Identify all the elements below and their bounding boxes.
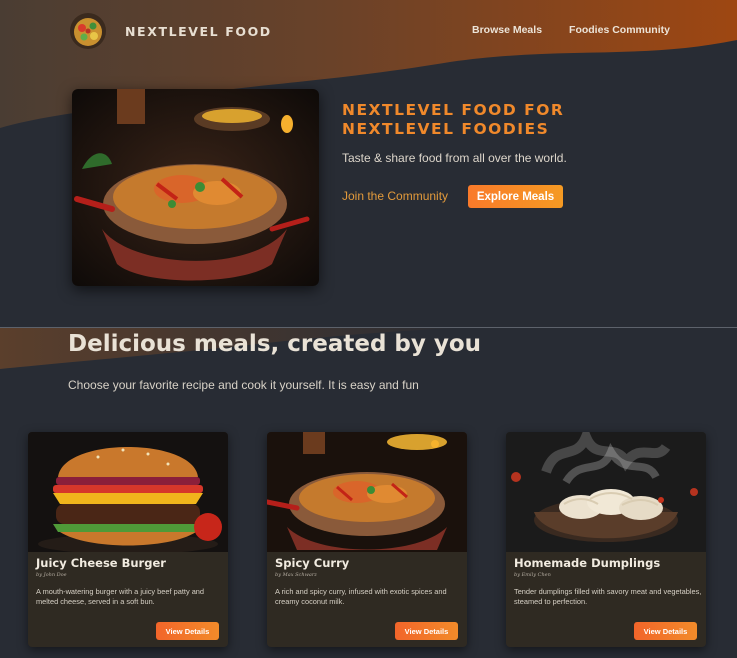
logo-text: NEXTLEVEL FOOD [125, 23, 272, 39]
join-community-link[interactable]: Join the Community [342, 189, 448, 203]
hero-subtitle: Taste & share food from all over the wor… [342, 151, 567, 165]
meal-card-curry: Spicy Curry by Max Schwarz A rich and sp… [267, 432, 467, 647]
meal-card-dumplings: Homemade Dumplings by Emily Chen Tender … [506, 432, 706, 647]
meal-description: A rich and spicy curry, infused with exo… [275, 587, 447, 606]
meal-description: A mouth-watering burger with a juicy bee… [36, 587, 205, 606]
logo-link[interactable]: NEXTLEVEL FOOD [69, 12, 272, 50]
view-details-button[interactable]: View Details [395, 622, 458, 640]
meal-image-curry [267, 432, 467, 552]
section-title: Delicious meals, created by you [68, 331, 482, 357]
section-divider [0, 327, 737, 328]
view-details-button[interactable]: View Details [634, 622, 697, 640]
nav-link-browse-meals[interactable]: Browse Meals [472, 24, 542, 36]
view-details-button[interactable]: View Details [156, 622, 219, 640]
hero-curry-image [72, 89, 319, 286]
main-nav: Browse Meals Foodies Community [472, 24, 670, 36]
meal-author: by Max Schwarz [275, 572, 317, 578]
meal-title: Homemade Dumplings [514, 556, 661, 570]
meal-image-dumplings [506, 432, 706, 552]
meal-author: by John Doe [36, 572, 67, 578]
section-subtitle: Choose your favorite recipe and cook it … [68, 378, 419, 392]
explore-meals-button[interactable]: Explore Meals [468, 185, 563, 208]
logo-icon [69, 12, 107, 50]
meal-title: Spicy Curry [275, 556, 350, 570]
meal-author: by Emily Chen [514, 572, 551, 578]
meal-image-burger [28, 432, 228, 552]
meal-description: Tender dumplings filled with savory meat… [514, 587, 702, 606]
meal-title: Juicy Cheese Burger [36, 556, 166, 570]
meal-card-burger: Juicy Cheese Burger by John Doe A mouth-… [28, 432, 228, 647]
hero-title: NEXTLEVEL FOOD FOR NEXTLEVEL FOODIES [342, 101, 565, 138]
nav-link-foodies-community[interactable]: Foodies Community [569, 24, 670, 36]
